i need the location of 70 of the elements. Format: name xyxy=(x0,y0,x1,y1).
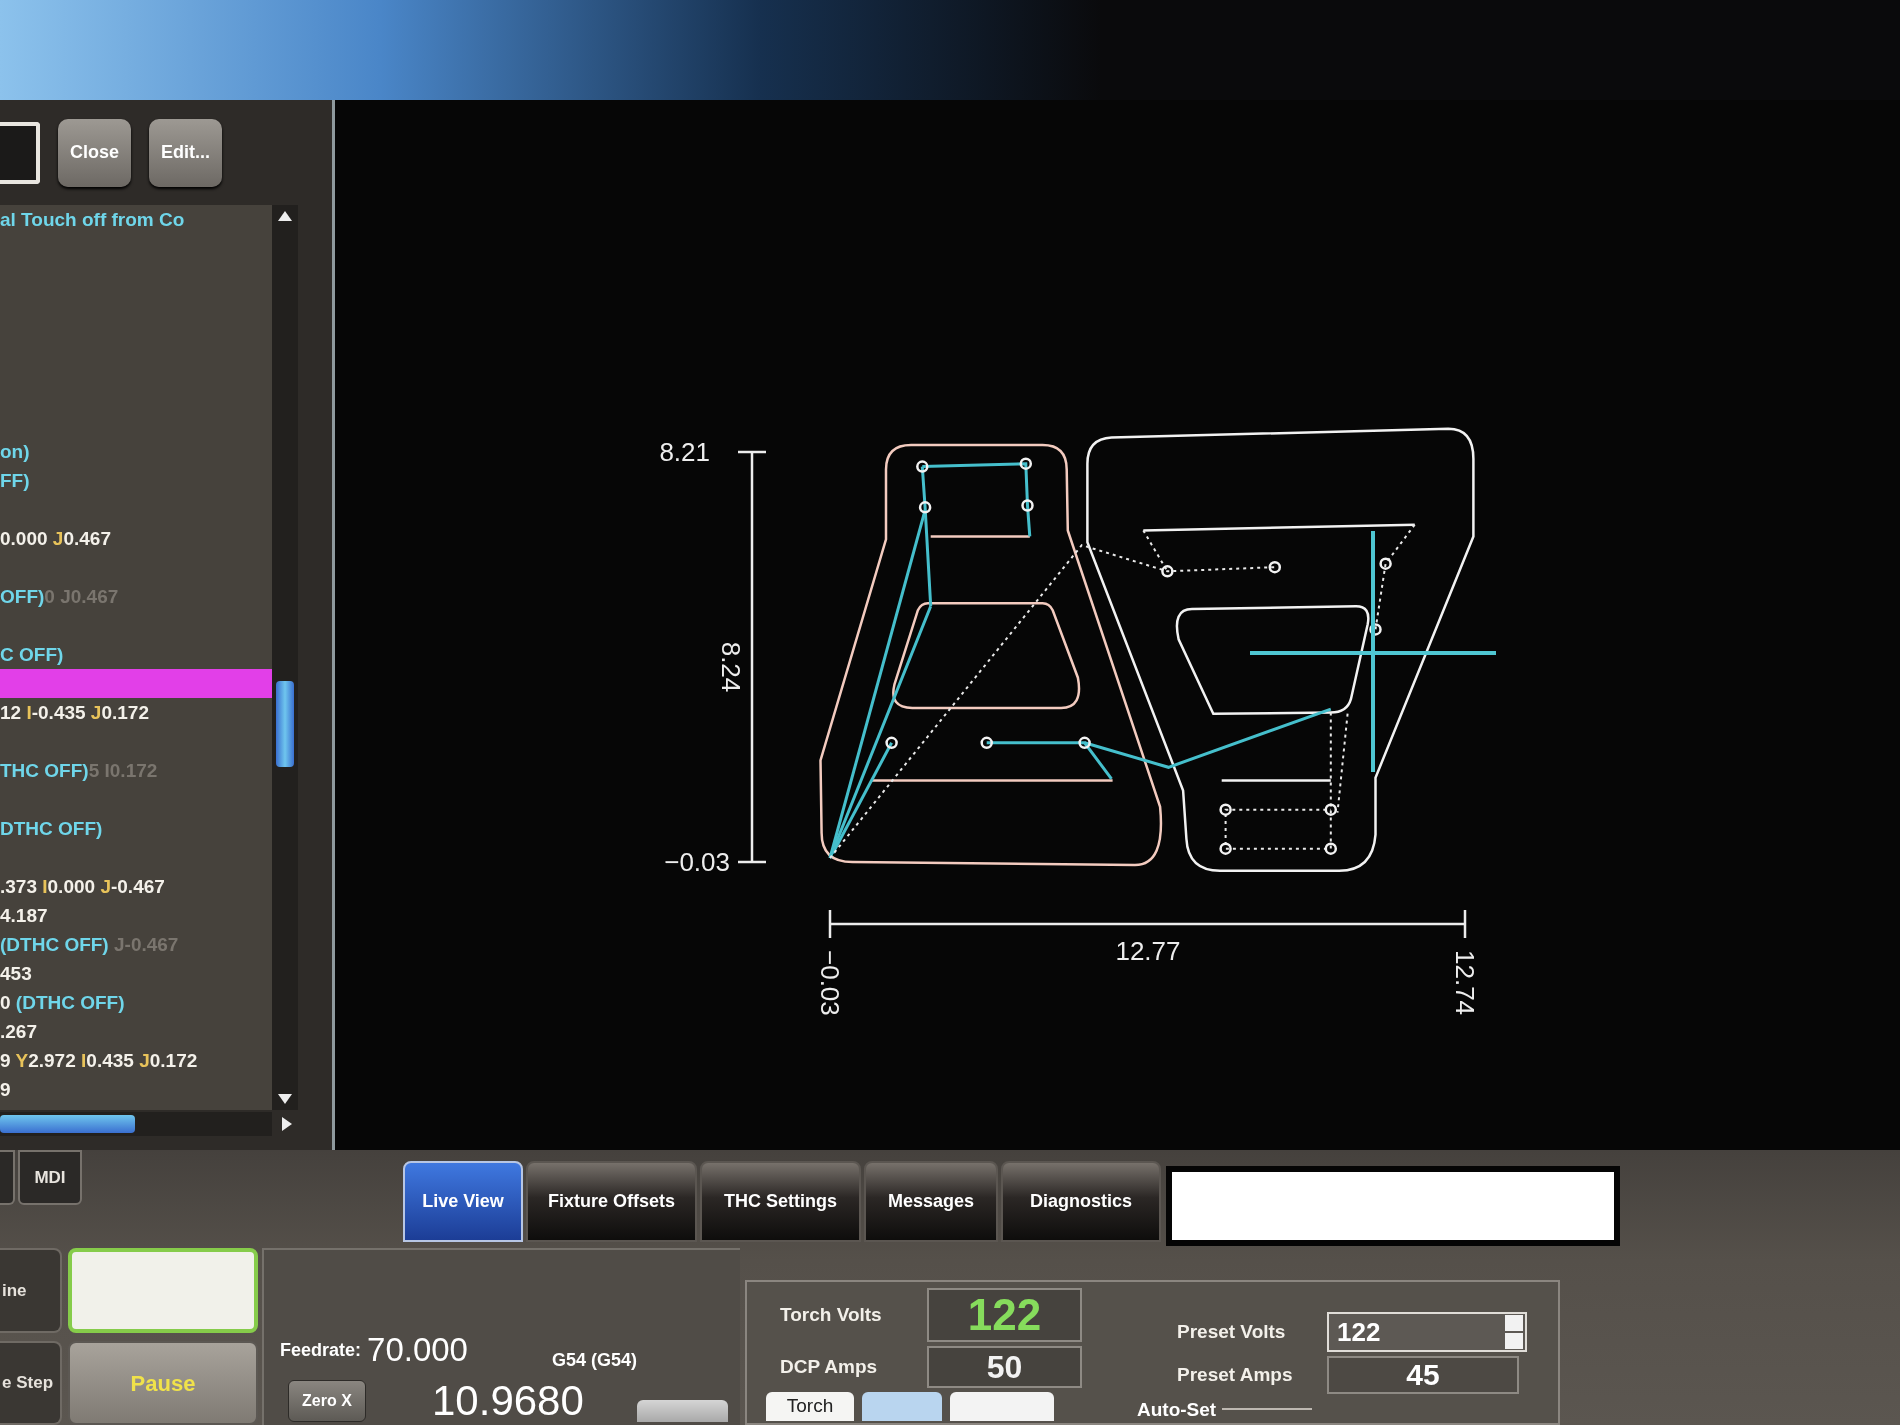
gcode-line[interactable]: on) xyxy=(0,437,30,466)
ring-marker-icon xyxy=(1078,736,1091,750)
view-tab[interactable]: Messages xyxy=(864,1161,998,1242)
dimension-label: 8.24 xyxy=(716,641,746,693)
ring-marker-icon xyxy=(1268,560,1282,574)
gcode-line[interactable]: 12 I-0.435 J0.172 xyxy=(0,698,149,727)
gcode-line[interactable]: C OFF) xyxy=(0,640,64,669)
horizontal-scrollbar[interactable] xyxy=(0,1112,272,1136)
view-tab[interactable]: Live View xyxy=(403,1161,523,1242)
gcode-line[interactable]: 0.000 J0.467 xyxy=(0,524,111,553)
preset-value: 45 xyxy=(1327,1356,1519,1394)
cut-off-tab[interactable] xyxy=(0,1150,15,1205)
edit-button[interactable]: Edit... xyxy=(149,118,223,187)
scrollbar-thumb[interactable] xyxy=(0,1115,135,1133)
ring-marker-icon xyxy=(1019,457,1033,470)
dimension-label: 8.21 xyxy=(659,437,710,467)
gcode-line[interactable]: 0 (DTHC OFF) xyxy=(0,988,125,1017)
ring-marker-icon xyxy=(1369,623,1382,636)
dimension-label: 12.74 xyxy=(1450,950,1480,1016)
vertical-scrollbar[interactable] xyxy=(272,205,298,1110)
dimension-label: 12.77 xyxy=(1115,936,1181,966)
ring-marker-icon xyxy=(918,501,932,514)
zero-x-button[interactable]: Zero X xyxy=(288,1380,366,1422)
blank-button[interactable] xyxy=(68,1248,258,1333)
gcode-line[interactable]: 9 xyxy=(0,1075,11,1104)
gcode-line[interactable]: al Touch off from Co xyxy=(0,205,185,234)
ring-marker-icon xyxy=(1161,565,1174,578)
preset-label: Preset Volts xyxy=(1177,1319,1287,1344)
torch-tab[interactable]: Torch xyxy=(766,1392,854,1421)
readout-value: 122 xyxy=(927,1288,1082,1342)
ring-marker-icon xyxy=(885,736,898,750)
up-arrow-icon[interactable] xyxy=(278,211,292,221)
view-tab[interactable]: THC Settings xyxy=(700,1161,861,1242)
coordinate-system: G54 (G54) xyxy=(551,1349,637,1372)
gcode-line[interactable]: DTHC OFF) xyxy=(0,814,103,843)
feedrate-label: Feedrate: xyxy=(280,1339,362,1362)
readout-label: DCP Amps xyxy=(780,1354,879,1379)
feedrate-value: 70.000 xyxy=(367,1333,468,1366)
ring-marker-icon xyxy=(1219,803,1232,816)
cut-off-button[interactable] xyxy=(637,1400,728,1422)
preset-label: Preset Amps xyxy=(1177,1362,1294,1387)
group-label: Auto-Set xyxy=(1137,1399,1217,1419)
view-tab[interactable]: Fixture Offsets xyxy=(526,1161,697,1242)
readout-label: Torch Volts xyxy=(780,1302,883,1327)
down-arrow-icon[interactable] xyxy=(278,1094,292,1104)
right-arrow-icon[interactable] xyxy=(282,1117,292,1131)
ring-marker-icon xyxy=(980,736,993,750)
side-button[interactable]: ine xyxy=(0,1248,62,1333)
ring-marker-icon xyxy=(1324,842,1338,855)
gcode-line[interactable]: 9 Y2.972 I0.435 J0.172 xyxy=(0,1046,198,1075)
ring-marker-icon xyxy=(1379,557,1392,570)
ring-marker-icon xyxy=(1021,499,1034,512)
readout-value: 50 xyxy=(927,1346,1082,1388)
gcode-line[interactable]: FF) xyxy=(0,466,30,495)
gcode-line[interactable]: 4.187 xyxy=(0,901,48,930)
ring-marker-icon xyxy=(1219,842,1232,855)
ring-marker-icon xyxy=(916,460,929,473)
gcode-line[interactable]: .267 xyxy=(0,1017,37,1046)
close-button[interactable]: Close xyxy=(58,118,132,187)
ring-marker-icon xyxy=(1324,803,1338,816)
axis-value: 10.9680 xyxy=(432,1380,584,1422)
side-button[interactable]: e Step xyxy=(0,1341,62,1425)
gcode-line[interactable]: .373 I0.000 J-0.467 xyxy=(0,872,165,901)
dimension-label: −0.03 xyxy=(815,950,845,1016)
view-tab[interactable]: Diagnostics xyxy=(1001,1161,1161,1242)
square-icon[interactable] xyxy=(0,121,40,184)
dimension-label: −0.03 xyxy=(664,847,730,877)
mode-tab[interactable]: MDI xyxy=(18,1150,82,1205)
scrollbar-thumb[interactable] xyxy=(276,681,294,767)
gcode-line[interactable]: 453 xyxy=(0,959,32,988)
